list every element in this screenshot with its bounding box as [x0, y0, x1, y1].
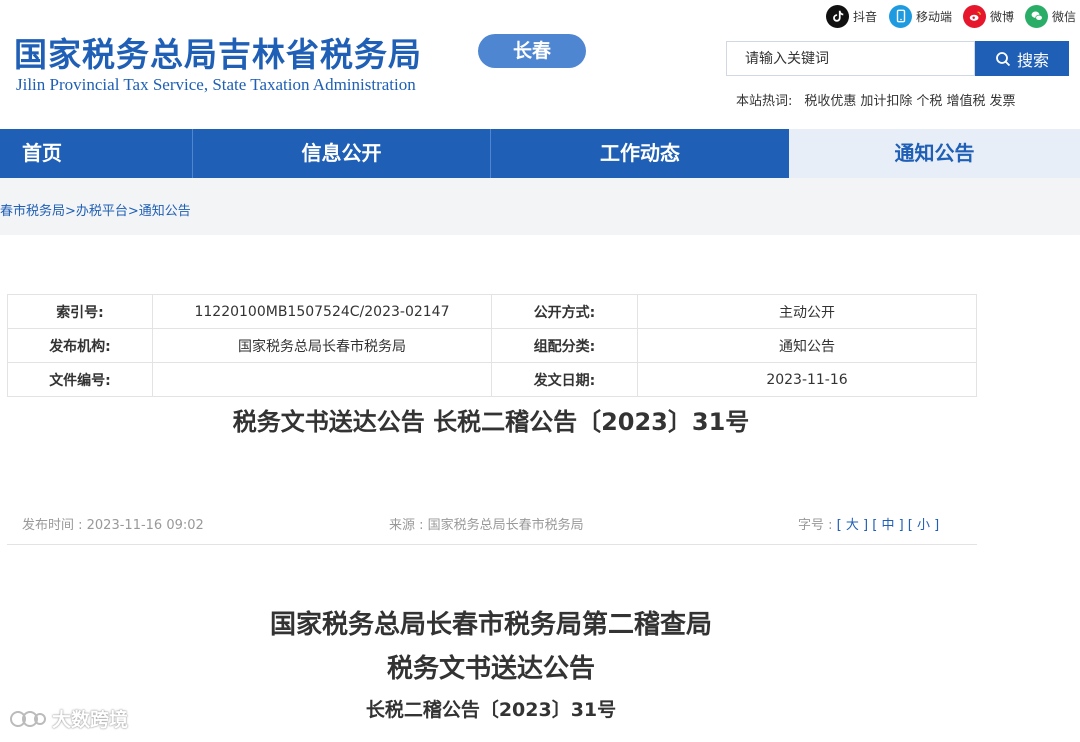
- font-size-controls: 字号 : [ 大 ] [ 中 ] [ 小 ]: [798, 518, 940, 533]
- meta-key: 文件编号:: [7, 362, 153, 397]
- site-logo-title[interactable]: 国家税务总局吉林省税务局: [14, 28, 422, 76]
- hot-words-label: 本站热词:: [736, 94, 793, 109]
- social-mobile[interactable]: 移动端: [889, 4, 952, 28]
- weibo-icon: [963, 4, 986, 28]
- search-button[interactable]: 搜索: [975, 41, 1069, 76]
- font-size-label: 字号 :: [798, 518, 833, 533]
- document-meta-table: 索引号: 11220100MB1507524C/2023-02147 公开方式:…: [7, 294, 977, 397]
- hot-word-link[interactable]: 加计扣除: [860, 94, 912, 109]
- font-size-small[interactable]: 小: [917, 518, 930, 533]
- search-button-label: 搜索: [1016, 50, 1049, 70]
- wechat-icon: [1025, 4, 1048, 28]
- watermark-logo-icon: [10, 710, 46, 727]
- table-row: 文件编号: 发文日期: 2023-11-16: [7, 362, 977, 397]
- city-badge[interactable]: 长春: [478, 34, 586, 68]
- divider: [7, 544, 977, 545]
- meta-value: 国家税务总局长春市税务局: [152, 328, 492, 363]
- mobile-icon: [889, 4, 912, 28]
- hot-word-link[interactable]: 发票: [989, 94, 1015, 109]
- font-size-large[interactable]: 大: [846, 518, 859, 533]
- watermark: 大数跨境: [8, 705, 128, 732]
- social-label: 微博: [990, 9, 1015, 24]
- meta-key: 发文日期:: [491, 362, 638, 397]
- social-douyin[interactable]: 抖音: [826, 4, 877, 28]
- meta-key: 索引号:: [7, 294, 153, 329]
- meta-key: 组配分类:: [491, 328, 638, 363]
- search-box: [726, 41, 975, 76]
- social-label: 抖音: [853, 9, 878, 24]
- nav-item-work-news[interactable]: 工作动态: [491, 129, 789, 178]
- body-doc-number: 长税二稽公告〔2023〕31号: [365, 699, 617, 721]
- hot-word-link[interactable]: 个税: [916, 94, 942, 109]
- document-title: 税务文书送达公告 长税二稽公告〔2023〕31号: [232, 408, 750, 436]
- search-icon: [996, 51, 1011, 66]
- social-weibo[interactable]: 微博: [963, 4, 1014, 28]
- meta-key: 公开方式:: [491, 294, 638, 329]
- nav-item-info-disclosure[interactable]: 信息公开: [193, 129, 491, 178]
- site-logo-subtitle: Jilin Provincial Tax Service, State Taxa…: [16, 75, 416, 94]
- watermark-text: 大数跨境: [52, 709, 129, 731]
- social-label: 微信: [1052, 9, 1077, 24]
- meta-value: 2023-11-16: [637, 362, 977, 397]
- nav-item-home[interactable]: 首页: [0, 129, 193, 178]
- social-label: 移动端: [916, 9, 953, 24]
- search-input[interactable]: [727, 42, 974, 75]
- meta-value: [152, 362, 492, 397]
- social-wechat[interactable]: 微信: [1025, 4, 1076, 28]
- hot-word-link[interactable]: 增值税: [946, 94, 985, 109]
- hot-word-link[interactable]: 税收优惠: [804, 94, 856, 109]
- font-size-medium[interactable]: 中: [881, 518, 894, 533]
- breadcrumb[interactable]: 春市税务局>办税平台>通知公告: [0, 200, 191, 219]
- body-title-line2: 税务文书送达公告: [386, 654, 595, 684]
- table-row: 发布机构: 国家税务总局长春市税务局 组配分类: 通知公告: [7, 328, 977, 363]
- main-nav: 首页 信息公开 工作动态 通知公告: [0, 129, 1080, 178]
- source-label: 来源 : 国家税务总局长春市税务局: [389, 518, 584, 533]
- table-row: 索引号: 11220100MB1507524C/2023-02147 公开方式:…: [7, 294, 977, 329]
- meta-value: 主动公开: [637, 294, 977, 329]
- publish-time: 发布时间 : 2023-11-16 09:02: [22, 518, 204, 533]
- meta-value: 通知公告: [637, 328, 977, 363]
- body-title-line1: 国家税务总局长春市税务局第二稽查局: [269, 610, 712, 640]
- hot-words: 本站热词: 税收优惠 加计扣除 个税 增值税 发票: [736, 90, 1019, 109]
- meta-key: 发布机构:: [7, 328, 153, 363]
- breadcrumb-bar: 春市税务局>办税平台>通知公告: [0, 178, 1080, 235]
- meta-value: 11220100MB1507524C/2023-02147: [152, 294, 492, 329]
- douyin-icon: [826, 4, 849, 28]
- site-header: 国家税务总局吉林省税务局 Jilin Provincial Tax Servic…: [0, 0, 1080, 128]
- nav-item-notices[interactable]: 通知公告: [789, 129, 1080, 178]
